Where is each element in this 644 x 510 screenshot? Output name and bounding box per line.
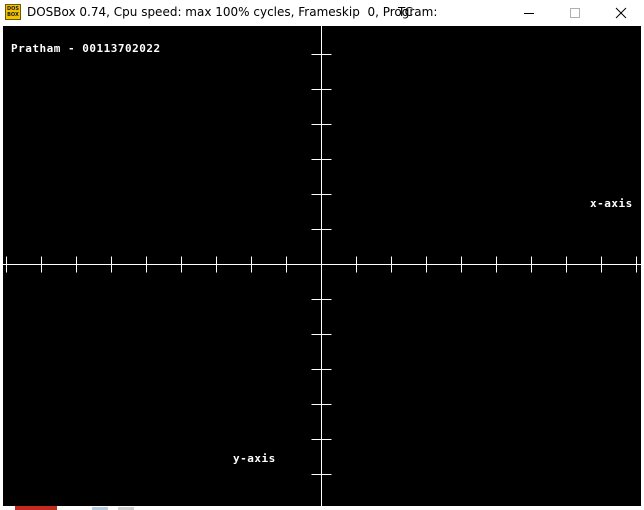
y-axis-label: y-axis (233, 452, 276, 465)
x-axis-label: x-axis (590, 197, 633, 210)
maximize-icon (570, 8, 580, 18)
close-button[interactable] (598, 0, 644, 26)
maximize-button[interactable] (552, 0, 598, 26)
minimize-button[interactable] (506, 0, 552, 26)
close-icon (615, 7, 627, 19)
window-title: DOSBox 0.74, Cpu speed: max 100% cycles,… (27, 5, 438, 19)
dos-screen[interactable]: Pratham - 00113702022 x-axis y-axis (3, 26, 641, 506)
title-bar[interactable]: DOS BOX DOSBox 0.74, Cpu speed: max 100%… (0, 0, 644, 26)
minimize-icon (524, 13, 534, 14)
author-label: Pratham - 00113702022 (11, 42, 161, 55)
icon-text-bottom: BOX (7, 12, 19, 18)
taskbar-start-button[interactable] (15, 506, 57, 510)
dosbox-icon[interactable]: DOS BOX (5, 4, 21, 20)
axes-graphic (3, 26, 641, 506)
dosbox-window: DOS BOX DOSBox 0.74, Cpu speed: max 100%… (0, 0, 644, 510)
window-title-program: TC (398, 5, 414, 19)
